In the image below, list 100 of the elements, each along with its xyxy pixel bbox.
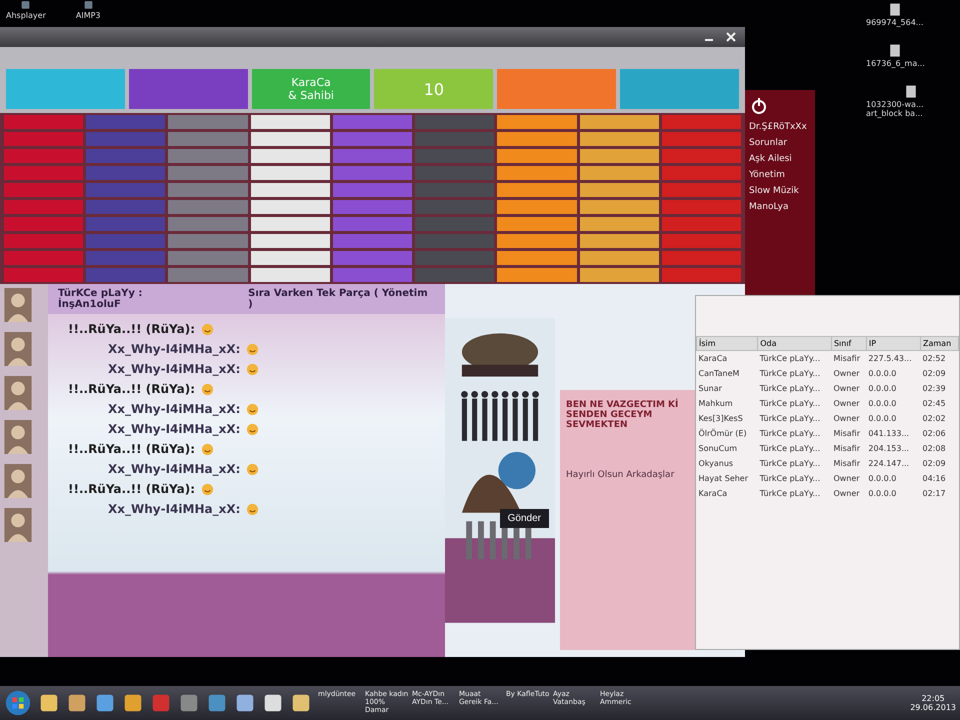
icon-label[interactable]: AIMP3: [76, 11, 101, 20]
icon-label[interactable]: 1032300-wa... art_block ba...: [866, 100, 956, 118]
user-tile[interactable]: [415, 115, 494, 129]
file-icon[interactable]: [903, 84, 919, 100]
close-icon[interactable]: [725, 31, 737, 43]
user-tile[interactable]: [332, 132, 412, 146]
user-tile[interactable]: [332, 217, 412, 231]
user-tile[interactable]: [86, 234, 166, 248]
user-tile[interactable]: [332, 183, 412, 197]
user-tile[interactable]: [250, 234, 330, 248]
user-tile[interactable]: [415, 200, 494, 214]
user-tile[interactable]: [332, 149, 412, 163]
user-tile[interactable]: [168, 115, 248, 129]
user-tile[interactable]: [332, 251, 412, 265]
column-header[interactable]: Oda: [758, 336, 832, 350]
user-tile[interactable]: [250, 149, 330, 163]
icon-label[interactable]: 16736_6_ma...: [866, 59, 925, 68]
user-tile[interactable]: [250, 217, 330, 231]
user-tile[interactable]: [4, 183, 84, 197]
user-tile[interactable]: [168, 183, 248, 197]
user-tile[interactable]: [415, 132, 494, 146]
user-tile[interactable]: [497, 149, 577, 163]
user-tile[interactable]: [168, 234, 248, 248]
user-tile[interactable]: [86, 251, 166, 265]
column-header[interactable]: IP: [866, 336, 920, 350]
user-tile[interactable]: [4, 132, 84, 146]
user-tile[interactable]: [250, 166, 330, 180]
app-icon[interactable]: [262, 692, 284, 714]
user-tile[interactable]: [4, 234, 84, 248]
user-tile[interactable]: [662, 200, 741, 214]
user-tile[interactable]: [497, 217, 577, 231]
user-tile[interactable]: [415, 149, 494, 163]
user-tile[interactable]: [580, 115, 659, 129]
user-tile[interactable]: [4, 149, 84, 163]
user-tile[interactable]: [662, 217, 741, 231]
user-tile[interactable]: [86, 149, 166, 163]
user-tile[interactable]: [168, 251, 248, 265]
user-tile[interactable]: [4, 115, 84, 129]
user-tile[interactable]: [250, 115, 330, 129]
user-tile[interactable]: [415, 183, 494, 197]
avatar-icon[interactable]: [4, 420, 32, 454]
user-tile[interactable]: [332, 268, 412, 282]
user-tile[interactable]: [332, 166, 412, 180]
user-tile[interactable]: [580, 183, 659, 197]
user-tile[interactable]: [497, 251, 577, 265]
user-tile[interactable]: [250, 268, 330, 282]
app-icon[interactable]: [38, 692, 60, 714]
avatar-icon[interactable]: [4, 376, 32, 410]
user-tile[interactable]: [250, 200, 330, 214]
user-tile[interactable]: [662, 149, 741, 163]
app-icon[interactable]: [20, 0, 32, 11]
user-tile[interactable]: [662, 115, 741, 129]
user-tile[interactable]: [250, 251, 330, 265]
user-tile[interactable]: [415, 217, 494, 231]
room-item[interactable]: Yönetim: [749, 170, 811, 180]
user-tile[interactable]: [86, 183, 166, 197]
user-tile[interactable]: [497, 166, 577, 180]
column-header[interactable]: Zaman: [920, 336, 958, 350]
user-tile[interactable]: [168, 166, 248, 180]
user-tile[interactable]: [580, 268, 659, 282]
user-tile[interactable]: [662, 234, 741, 248]
user-tile[interactable]: [415, 234, 494, 248]
room-item[interactable]: Dr.Ş£RöTxXx: [749, 122, 811, 132]
user-tile[interactable]: [415, 251, 494, 265]
app-icon[interactable]: [122, 692, 144, 714]
user-tile[interactable]: [168, 200, 248, 214]
user-tile[interactable]: [662, 251, 741, 265]
avatar-icon[interactable]: [4, 332, 32, 366]
header-tile[interactable]: [620, 69, 739, 109]
app-icon[interactable]: [66, 692, 88, 714]
room-item[interactable]: Aşk Ailesi: [749, 154, 811, 164]
user-tile[interactable]: [86, 217, 166, 231]
user-tile[interactable]: [4, 166, 84, 180]
user-tile[interactable]: [332, 234, 412, 248]
user-tile[interactable]: [168, 268, 248, 282]
user-tile[interactable]: [168, 132, 248, 146]
user-tile[interactable]: [250, 132, 330, 146]
user-tile[interactable]: [4, 200, 84, 214]
room-item[interactable]: Sorunlar: [749, 138, 811, 148]
header-tile[interactable]: [497, 69, 616, 109]
user-tile[interactable]: [168, 217, 248, 231]
user-tile[interactable]: [580, 251, 659, 265]
column-header[interactable]: İsim: [696, 336, 758, 350]
icon-label[interactable]: Ahsplayer: [6, 11, 46, 20]
user-tile[interactable]: [415, 268, 494, 282]
room-item[interactable]: Slow Müzik: [749, 186, 811, 196]
user-tile[interactable]: [497, 268, 577, 282]
user-tile[interactable]: [580, 166, 659, 180]
user-tile[interactable]: [662, 183, 741, 197]
user-tile[interactable]: [332, 115, 412, 129]
user-tile[interactable]: [497, 115, 577, 129]
user-tile[interactable]: [86, 132, 166, 146]
user-tile[interactable]: [580, 234, 659, 248]
room-item[interactable]: ManoLya: [749, 202, 811, 212]
user-tile[interactable]: [497, 132, 577, 146]
header-tile[interactable]: [6, 69, 125, 109]
user-tile[interactable]: [415, 166, 494, 180]
user-tile[interactable]: [497, 200, 577, 214]
column-header[interactable]: Sınıf: [831, 336, 866, 350]
user-tile[interactable]: [86, 166, 166, 180]
